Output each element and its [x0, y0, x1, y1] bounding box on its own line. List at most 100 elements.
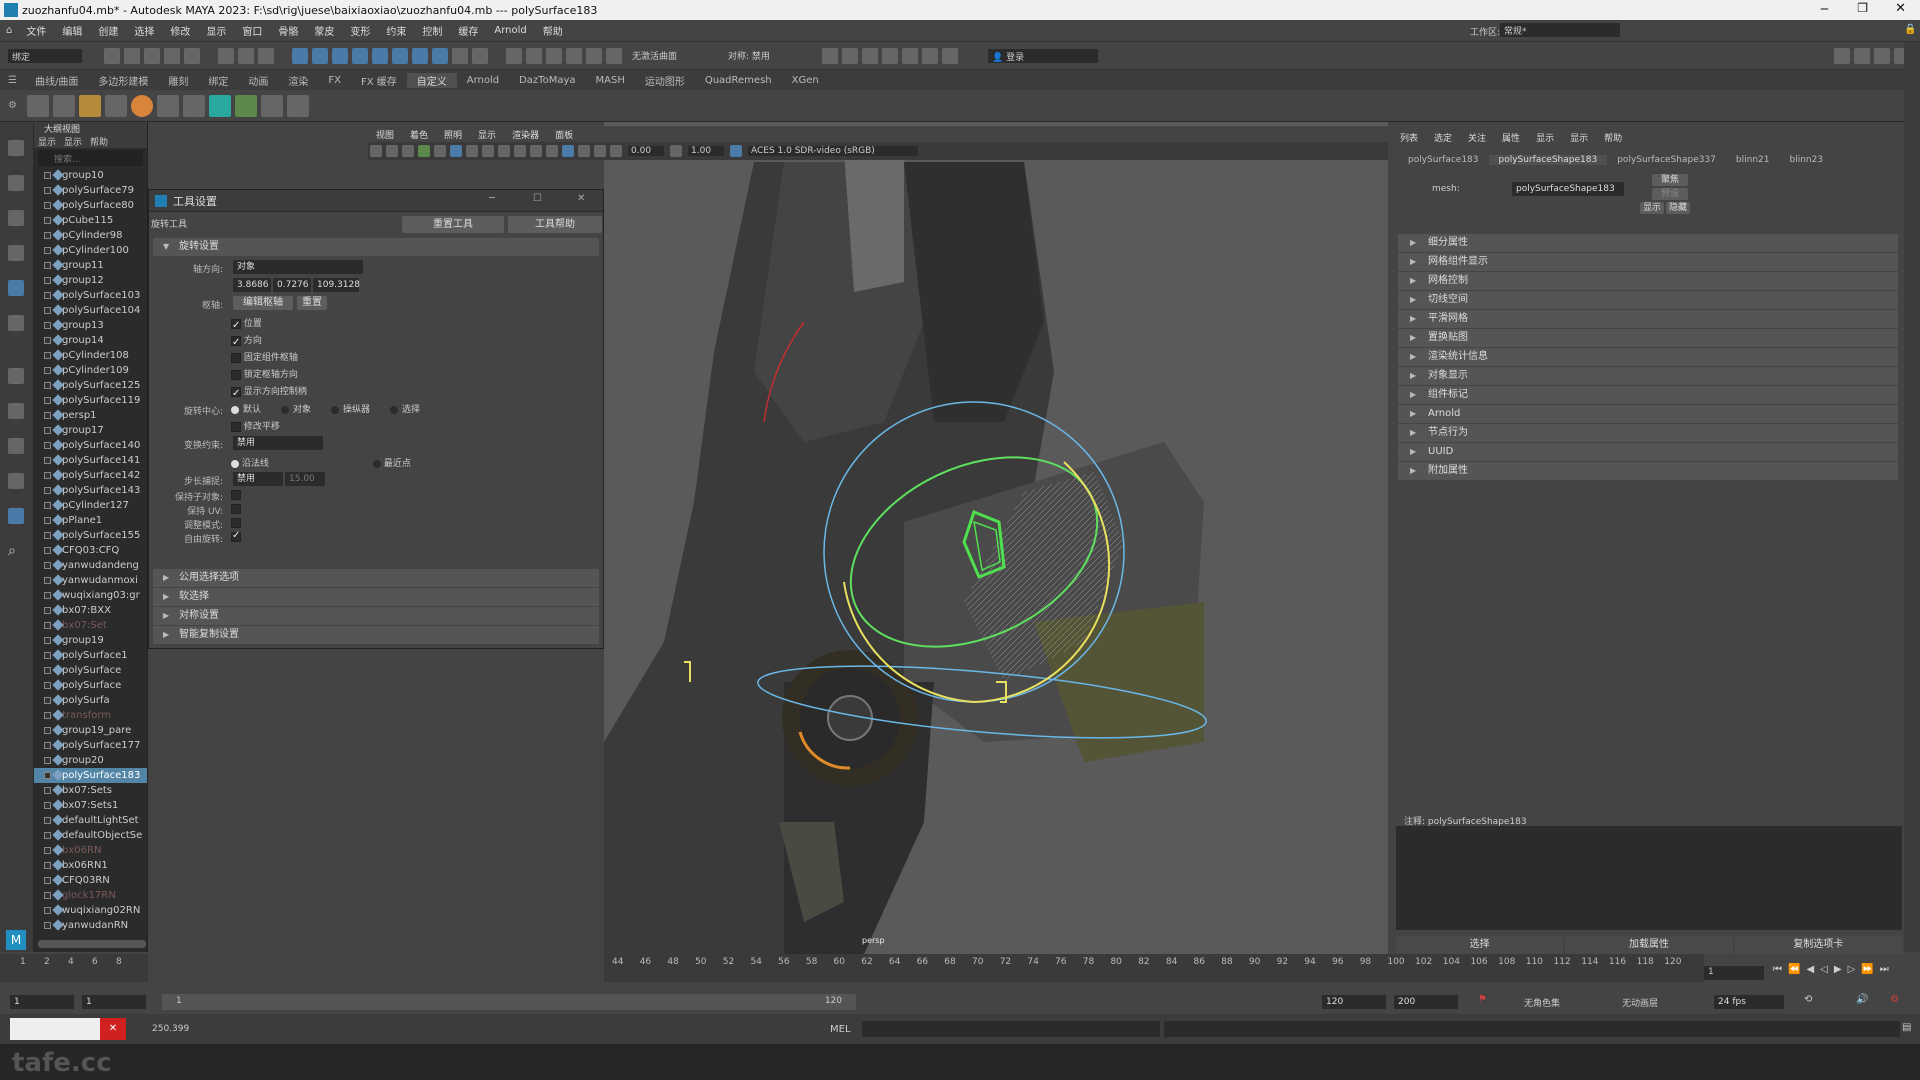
- menu-item-11[interactable]: 控制: [414, 23, 450, 38]
- image-plane-icon[interactable]: [418, 145, 430, 157]
- outliner-item[interactable]: pPlane1: [34, 513, 147, 528]
- bookmark-icon[interactable]: [402, 145, 414, 157]
- shelf-tool-10-icon[interactable]: [260, 94, 283, 117]
- mask-deform-icon[interactable]: [392, 47, 408, 64]
- scale-tool-icon[interactable]: [8, 315, 24, 331]
- viewport-menu-4[interactable]: 渲染器: [504, 128, 547, 141]
- shelf-tool-5-icon[interactable]: [130, 94, 153, 117]
- shelf-menu-icon[interactable]: ⚙: [8, 100, 17, 111]
- attr-section-1[interactable]: 网格组件显示: [1398, 253, 1898, 271]
- mask-render-icon[interactable]: [432, 47, 448, 64]
- outliner-item[interactable]: transform: [34, 708, 147, 723]
- close-icon[interactable]: ✕: [1895, 1, 1906, 16]
- expand-toggle-icon[interactable]: [44, 607, 51, 614]
- expand-toggle-icon[interactable]: [44, 697, 51, 704]
- outliner-menu-1[interactable]: 显示: [64, 135, 82, 148]
- shelf-tool-4-icon[interactable]: [104, 94, 127, 117]
- loop-icon[interactable]: ⟲: [1804, 994, 1812, 1005]
- outliner-item[interactable]: yanwudandeng: [34, 558, 147, 573]
- maya-m-icon[interactable]: M: [6, 930, 26, 950]
- outliner-item[interactable]: polySurface103: [34, 288, 147, 303]
- shelf-tool-11-icon[interactable]: [286, 94, 309, 117]
- shelf-tool-1-icon[interactable]: [26, 94, 49, 117]
- go-end-icon[interactable]: ⏭: [1880, 964, 1889, 975]
- expand-toggle-icon[interactable]: [44, 712, 51, 719]
- select-camera-icon[interactable]: [370, 145, 382, 157]
- outliner-item[interactable]: polySurface80: [34, 198, 147, 213]
- scene-start-field[interactable]: 1: [10, 995, 74, 1009]
- lights-icon[interactable]: [498, 145, 510, 157]
- mask-all-icon[interactable]: [292, 47, 308, 64]
- outliner-item[interactable]: bx07:Sets: [34, 783, 147, 798]
- shelf-tab-3[interactable]: 绑定: [198, 73, 238, 88]
- mesh-name-field[interactable]: polySurfaceShape183: [1512, 182, 1624, 196]
- tool-section-1[interactable]: 软选择: [153, 588, 599, 606]
- expand-toggle-icon[interactable]: [44, 847, 51, 854]
- symmetry-field[interactable]: 对称: 禁用: [728, 49, 796, 62]
- menu-item-1[interactable]: 编辑: [54, 23, 90, 38]
- expand-toggle-icon[interactable]: [44, 262, 51, 269]
- settings-icon[interactable]: ⚙: [1890, 994, 1899, 1005]
- outliner-item[interactable]: polySurface177: [34, 738, 147, 753]
- expand-toggle-icon[interactable]: [44, 397, 51, 404]
- go-start-icon[interactable]: ⏮: [1773, 964, 1782, 975]
- attribute-editor-toggle-icon[interactable]: [1854, 48, 1870, 64]
- paint-select-icon[interactable]: [8, 210, 24, 226]
- viewport-menu-2[interactable]: 照明: [436, 128, 470, 141]
- menu-item-7[interactable]: 骨骼: [270, 23, 306, 38]
- snap-surface-icon[interactable]: [586, 47, 602, 64]
- outliner-item[interactable]: defaultLightSet: [34, 813, 147, 828]
- attr-section-8[interactable]: 组件标记: [1398, 386, 1898, 404]
- outliner-item[interactable]: polySurfa: [34, 693, 147, 708]
- outliner-item[interactable]: CFQ03RN: [34, 873, 147, 888]
- outliner-item[interactable]: polySurface104: [34, 303, 147, 318]
- orient-option[interactable]: 方向: [231, 333, 307, 351]
- expand-toggle-icon[interactable]: [44, 577, 51, 584]
- shelf-settings-icon[interactable]: ☰: [8, 75, 17, 86]
- hide-button[interactable]: 隐藏: [1666, 202, 1690, 214]
- outliner-search[interactable]: 搜索...: [38, 150, 143, 166]
- attr-section-7[interactable]: 对象显示: [1398, 367, 1898, 385]
- outliner-item[interactable]: polySurface119: [34, 393, 147, 408]
- range-slider[interactable]: 1 120: [162, 994, 856, 1010]
- expand-toggle-icon[interactable]: [44, 472, 51, 479]
- outliner-item[interactable]: group17: [34, 423, 147, 438]
- attr-section-6[interactable]: 渲染统计信息: [1398, 348, 1898, 366]
- center-radio-0[interactable]: [231, 405, 239, 414]
- tool-section-2[interactable]: 对称设置: [153, 607, 599, 625]
- edit-pivot-button[interactable]: 编辑枢轴: [233, 296, 293, 310]
- gamma-value[interactable]: 1.00: [688, 146, 724, 156]
- step-back-key-icon[interactable]: ⏪: [1788, 964, 1800, 975]
- outliner-item[interactable]: pCylinder98: [34, 228, 147, 243]
- tool-section-3[interactable]: 智能复制设置: [153, 626, 599, 644]
- attr-menu-4[interactable]: 显示: [1528, 131, 1562, 144]
- play-icon[interactable]: ▶: [1834, 964, 1842, 975]
- outliner-item[interactable]: persp1: [34, 408, 147, 423]
- expand-toggle-icon[interactable]: [44, 907, 51, 914]
- outliner-item[interactable]: group13: [34, 318, 147, 333]
- focus-button[interactable]: 聚焦: [1652, 174, 1688, 186]
- shelf-tab-4[interactable]: 动画: [238, 73, 278, 88]
- render-setup-icon[interactable]: [922, 47, 938, 64]
- play-back-icon[interactable]: ◁: [1820, 964, 1828, 975]
- shelf-tool-2-icon[interactable]: [52, 94, 75, 117]
- shelf-tab-11[interactable]: MASH: [586, 75, 635, 86]
- expand-toggle-icon[interactable]: [44, 367, 51, 374]
- center-option-2[interactable]: 操纵器: [331, 402, 370, 415]
- expand-toggle-icon[interactable]: [44, 757, 51, 764]
- viewport-scene[interactable]: [604, 122, 1388, 954]
- tweak-checkbox[interactable]: [231, 518, 241, 528]
- exposure-icon[interactable]: [610, 145, 622, 157]
- preset-button[interactable]: 预设: [1652, 188, 1688, 200]
- outliner-item[interactable]: polySurface125: [34, 378, 147, 393]
- center-option-0[interactable]: 默认: [231, 402, 261, 415]
- tool-settings-toggle-icon[interactable]: [1874, 48, 1890, 64]
- snap-view-icon[interactable]: [566, 47, 582, 64]
- xray-joints-icon[interactable]: [594, 145, 606, 157]
- step-forward-icon[interactable]: ▷: [1848, 964, 1856, 975]
- outliner-item[interactable]: polySurface143: [34, 483, 147, 498]
- anim-layer-field[interactable]: 无动画层: [1622, 996, 1658, 1009]
- show-handle-option[interactable]: 显示方向控制柄: [231, 384, 307, 402]
- outliner-item[interactable]: yanwudanmoxi: [34, 573, 147, 588]
- outliner-item[interactable]: wuqixiang03:gr: [34, 588, 147, 603]
